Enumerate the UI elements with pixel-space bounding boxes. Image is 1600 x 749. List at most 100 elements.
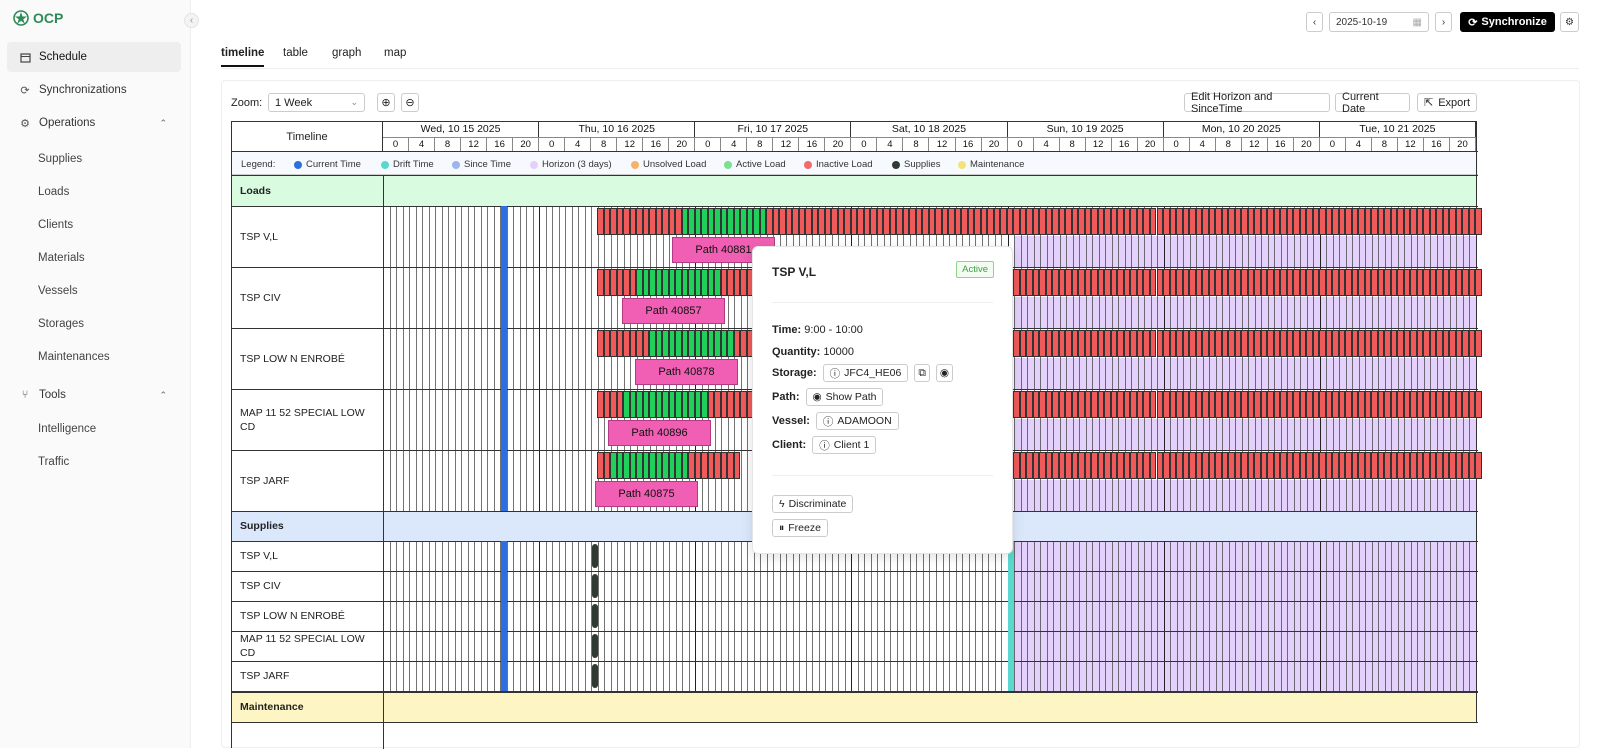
inactive-load-cell[interactable] — [1429, 208, 1437, 235]
inactive-load-cell[interactable] — [1254, 208, 1261, 235]
inactive-load-cell[interactable] — [1449, 452, 1456, 479]
inactive-load-cell[interactable] — [1293, 391, 1300, 418]
inactive-load-cell[interactable] — [1045, 391, 1053, 418]
inactive-load-cell[interactable] — [818, 208, 825, 235]
inactive-load-cell[interactable] — [1078, 452, 1085, 479]
inactive-load-cell[interactable] — [766, 208, 773, 235]
sidebar-item-schedule[interactable]: Schedule — [7, 42, 181, 72]
ocp-logo[interactable]: OCP — [12, 9, 63, 27]
inactive-load-cell[interactable] — [1306, 452, 1313, 479]
inactive-load-cell[interactable] — [1169, 330, 1176, 357]
inactive-load-cell[interactable] — [922, 208, 929, 235]
inactive-load-cell[interactable] — [1221, 208, 1229, 235]
inactive-load-cell[interactable] — [909, 208, 916, 235]
inactive-load-cell[interactable] — [1273, 452, 1281, 479]
inactive-load-cell[interactable] — [1117, 452, 1124, 479]
inactive-load-cell[interactable] — [1397, 330, 1404, 357]
active-load-cell[interactable] — [610, 452, 617, 479]
inactive-load-cell[interactable] — [1377, 269, 1385, 296]
inactive-load-cell[interactable] — [1345, 391, 1352, 418]
inactive-load-cell[interactable] — [1241, 391, 1248, 418]
inactive-load-cell[interactable] — [1293, 208, 1300, 235]
storage-pill[interactable]: ⓘ JFC4_HE06 — [822, 364, 909, 382]
discriminate-button[interactable]: ϟ Discriminate — [772, 495, 854, 513]
inactive-load-cell[interactable] — [1097, 269, 1105, 296]
active-load-cell[interactable] — [681, 269, 689, 296]
inactive-load-cell[interactable] — [1449, 330, 1456, 357]
inactive-load-cell[interactable] — [1325, 208, 1333, 235]
inactive-load-cell[interactable] — [1306, 269, 1313, 296]
sidebar-subitem-supplies[interactable]: Supplies — [38, 153, 82, 165]
sidebar-item-synchronizations[interactable]: ⟳ Synchronizations — [7, 75, 181, 105]
active-load-cell[interactable] — [649, 391, 656, 418]
inactive-load-cell[interactable] — [1202, 391, 1209, 418]
inactive-load-cell[interactable] — [1410, 452, 1417, 479]
active-load-cell[interactable] — [701, 391, 708, 418]
inactive-load-cell[interactable] — [1429, 391, 1437, 418]
inactive-load-cell[interactable] — [1358, 269, 1365, 296]
inactive-load-cell[interactable] — [805, 208, 812, 235]
inactive-load-cell[interactable] — [1136, 452, 1144, 479]
inactive-load-cell[interactable] — [1149, 391, 1157, 418]
sidebar-subitem-materials[interactable]: Materials — [38, 252, 85, 264]
inactive-load-cell[interactable] — [1136, 269, 1144, 296]
active-load-cell[interactable] — [681, 208, 689, 235]
inactive-load-cell[interactable] — [1078, 269, 1085, 296]
inactive-load-cell[interactable] — [1065, 269, 1072, 296]
active-load-cell[interactable] — [662, 391, 669, 418]
show-path-button[interactable]: ◉ Show Path — [805, 388, 884, 406]
active-load-cell[interactable] — [701, 330, 708, 357]
inactive-load-cell[interactable] — [1462, 452, 1469, 479]
inactive-load-cell[interactable] — [1026, 208, 1033, 235]
freeze-button[interactable]: ⏸ Freeze — [772, 519, 828, 537]
inactive-load-cell[interactable] — [1065, 330, 1072, 357]
inactive-load-cell[interactable] — [1045, 269, 1053, 296]
inactive-load-cell[interactable] — [649, 208, 656, 235]
zoom-select[interactable]: 1 Week ⌄ — [268, 93, 365, 112]
inactive-load-cell[interactable] — [1078, 330, 1085, 357]
inactive-load-cell[interactable] — [733, 391, 741, 418]
inactive-load-cell[interactable] — [1397, 391, 1404, 418]
zoom-in-button[interactable]: ⊕ — [377, 93, 395, 112]
inactive-load-cell[interactable] — [1254, 391, 1261, 418]
inactive-load-cell[interactable] — [1189, 269, 1196, 296]
inactive-load-cell[interactable] — [714, 391, 721, 418]
settings-button[interactable]: ⚙ — [1560, 12, 1579, 32]
inactive-load-cell[interactable] — [1358, 452, 1365, 479]
active-load-cell[interactable] — [753, 208, 760, 235]
inactive-load-cell[interactable] — [1397, 208, 1404, 235]
inactive-load-cell[interactable] — [1013, 391, 1020, 418]
inactive-load-cell[interactable] — [1325, 391, 1333, 418]
inactive-load-cell[interactable] — [1273, 330, 1281, 357]
inactive-load-cell[interactable] — [1254, 269, 1261, 296]
inactive-load-cell[interactable] — [1026, 452, 1033, 479]
path-label[interactable]: Path 40896 — [608, 420, 711, 446]
tab-table[interactable]: table — [283, 47, 308, 59]
inactive-load-cell[interactable] — [1462, 269, 1469, 296]
inactive-load-cell[interactable] — [733, 330, 741, 357]
sidebar-item-operations[interactable]: ⚙ Operations ⌃ — [7, 108, 181, 138]
inactive-load-cell[interactable] — [1169, 269, 1176, 296]
inactive-load-cell[interactable] — [889, 208, 897, 235]
inactive-load-cell[interactable] — [1273, 208, 1281, 235]
active-load-cell[interactable] — [681, 330, 689, 357]
inactive-load-cell[interactable] — [1345, 452, 1352, 479]
inactive-load-cell[interactable] — [1410, 269, 1417, 296]
collapse-sidebar-button[interactable]: ‹ — [184, 13, 199, 28]
inactive-load-cell[interactable] — [1013, 330, 1020, 357]
inactive-load-cell[interactable] — [1189, 391, 1196, 418]
client-pill[interactable]: ⓘ Client 1 — [812, 436, 877, 454]
inactive-load-cell[interactable] — [1026, 391, 1033, 418]
sidebar-subitem-intelligence[interactable]: Intelligence — [38, 423, 96, 435]
active-load-cell[interactable] — [629, 391, 637, 418]
inactive-load-cell[interactable] — [1475, 452, 1482, 479]
inactive-load-cell[interactable] — [1377, 391, 1385, 418]
path-label[interactable]: Path 40878 — [635, 359, 738, 385]
inactive-load-cell[interactable] — [1097, 208, 1105, 235]
inactive-load-cell[interactable] — [1202, 208, 1209, 235]
inactive-load-cell[interactable] — [1169, 208, 1176, 235]
inactive-load-cell[interactable] — [1254, 452, 1261, 479]
inactive-load-cell[interactable] — [1462, 391, 1469, 418]
inactive-load-cell[interactable] — [1202, 330, 1209, 357]
inactive-load-cell[interactable] — [1221, 269, 1229, 296]
